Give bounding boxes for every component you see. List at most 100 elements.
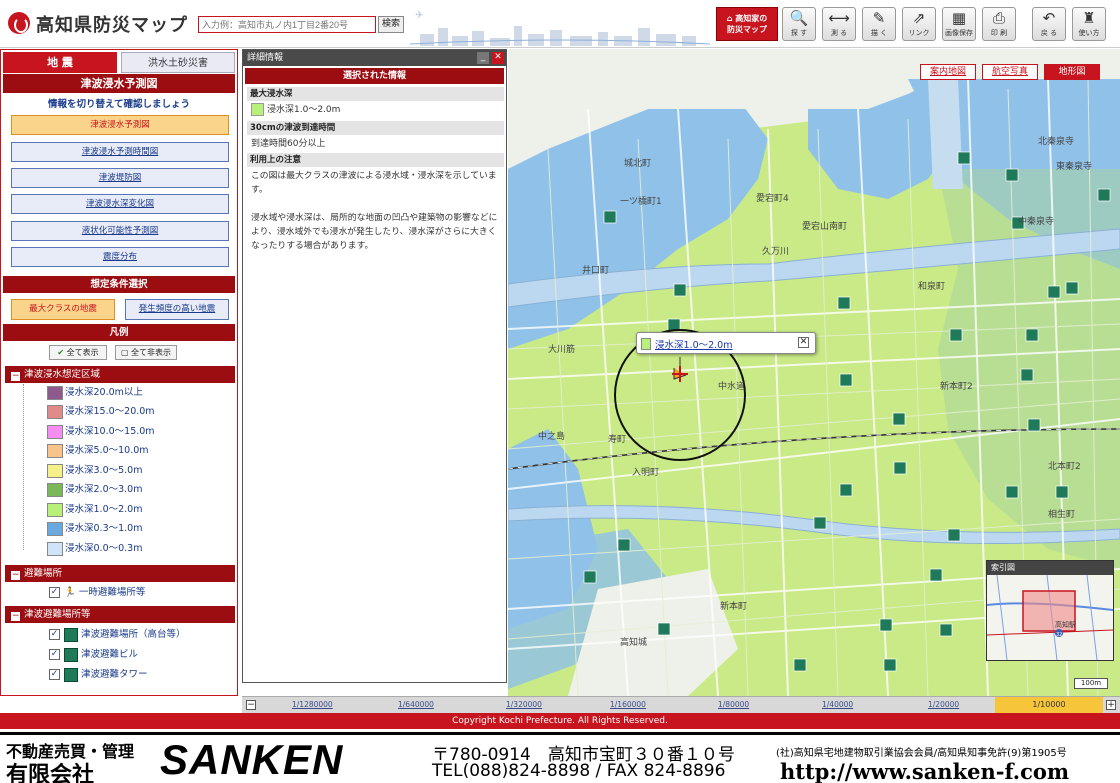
checkbox[interactable]: ✓: [49, 629, 60, 640]
legend-swatch: [47, 502, 63, 517]
menu-liquefaction[interactable]: 液状化可能性予測図: [11, 221, 229, 241]
legend-swatch: [47, 385, 63, 400]
legend-swatch: [47, 443, 63, 458]
app-title: 高知県防災マップ: [36, 15, 188, 36]
help-icon: ♜: [1082, 9, 1096, 27]
tsunami-building-icon: [64, 647, 78, 662]
zoom-out-button[interactable]: −: [246, 700, 256, 710]
menu-tsunami-levee[interactable]: 津波堤防図: [11, 168, 229, 188]
depth-swatch: [251, 103, 264, 116]
zoom-level[interactable]: 1/160000: [610, 700, 646, 709]
section-title: 津波浸水予測図: [3, 74, 235, 93]
close-icon[interactable]: ✕: [798, 337, 809, 348]
zoom-level[interactable]: 1/1280000: [292, 700, 333, 709]
legend-group-shelter[interactable]: − 避難場所: [5, 565, 235, 582]
measure-tool-button[interactable]: ⟷ 測 る: [822, 7, 856, 41]
index-map-canvas: 高知駅 32: [987, 575, 1113, 660]
map-tab-guide[interactable]: 案内地図: [920, 64, 976, 80]
svg-text:✈: ✈: [415, 10, 423, 21]
legend-item: 浸水深0.0～0.3m: [47, 541, 142, 557]
place-label: 井口町: [582, 264, 609, 276]
back-button[interactable]: ↶ 戻 る: [1032, 7, 1066, 41]
menu-depth-change[interactable]: 津波浸水深変化図: [11, 194, 229, 214]
place-label: 北秦泉寺: [1038, 135, 1074, 147]
tab-earthquake[interactable]: 地 震: [3, 52, 117, 73]
arrival-time-value: 到達時間60分以上: [251, 139, 326, 149]
tab-flood-landslide[interactable]: 洪水土砂災害: [121, 52, 235, 73]
legend-item: 浸水深20.0m以上: [47, 385, 143, 401]
condition-max-class-button[interactable]: 最大クラスの地震: [11, 299, 115, 320]
ad-banner[interactable]: 不動産売買・管理 有限会社 SANKEN 〒780-0914 高知市宝町３０番１…: [0, 732, 1120, 783]
ad-license: (社)高知県宅地建物取引業協会会員/高知県知事免許(9)第1905号: [776, 748, 1067, 759]
map-popup: 浸水深1.0～2.0m ✕: [636, 332, 816, 354]
zoom-level[interactable]: 1/320000: [506, 700, 542, 709]
place-label: 新本町: [720, 600, 747, 612]
minimize-icon[interactable]: _: [477, 52, 489, 64]
popup-swatch: [641, 338, 651, 350]
search-tool-button[interactable]: 🔍 探 す: [782, 7, 816, 41]
save-image-button[interactable]: ▦ 画像保存: [942, 7, 976, 41]
layer-tsunami-tower[interactable]: ✓ 津波避難タワー: [49, 666, 148, 683]
evacuation-person-icon: 🏃: [64, 587, 76, 598]
index-place-label: 高知駅: [1055, 620, 1076, 629]
help-button[interactable]: ♜ 使い方: [1072, 7, 1106, 41]
max-depth-heading: 最大浸水深: [247, 87, 504, 101]
legend-swatch: [47, 521, 63, 536]
layer-tsunami-high-ground[interactable]: ✓ 津波避難場所（高台等）: [49, 626, 186, 643]
checkbox[interactable]: ✓: [49, 649, 60, 660]
ad-logo: SANKEN: [160, 736, 344, 783]
zoom-in-button[interactable]: +: [1106, 700, 1116, 710]
zoom-level[interactable]: 1/40000: [822, 700, 853, 709]
menu-seismic-intensity[interactable]: 震度分布: [11, 247, 229, 267]
search-input[interactable]: [198, 16, 376, 33]
collapse-icon: −: [11, 611, 20, 621]
zoom-level-active[interactable]: 1/10000: [995, 697, 1103, 713]
index-map[interactable]: 索引図 高知駅 32: [986, 560, 1114, 661]
condition-title: 想定条件選択: [3, 276, 235, 293]
zoom-level[interactable]: 1/640000: [398, 700, 434, 709]
box-icon: ▢: [120, 348, 129, 357]
menu-tsunami-time[interactable]: 津波浸水予測時間図: [11, 142, 229, 162]
scale-bar: 100m: [1074, 678, 1108, 689]
legend-item: 浸水深0.3～1.0m: [47, 521, 142, 537]
place-label: 和泉町: [918, 280, 945, 292]
legend-item: 浸水深5.0～10.0m: [47, 443, 149, 459]
kochi-house-button[interactable]: ⌂ 高知家の 防災マップ: [716, 7, 778, 41]
map-view[interactable]: 城北町 愛宕町4 愛宕山南町 一ツ橋町1 久万川 北秦泉寺 東秦泉寺 中秦泉寺 …: [508, 49, 1120, 696]
arrival-time-heading: 30cmの津波到達時間: [247, 121, 504, 135]
place-label: 新本町2: [940, 380, 973, 392]
tree-line: [23, 384, 24, 550]
legend-group-tsunami-shelter[interactable]: − 津波避難場所等: [5, 606, 235, 623]
index-map-title: 索引図: [987, 561, 1113, 575]
menu-tsunami-inundation[interactable]: 津波浸水予測図: [11, 115, 229, 135]
checkbox[interactable]: ✓: [49, 669, 60, 680]
back-icon: ↶: [1042, 9, 1056, 27]
layer-temporary-shelter[interactable]: ✓ 🏃 一時避難場所等: [49, 584, 145, 601]
draw-tool-button[interactable]: ✎ 描 く: [862, 7, 896, 41]
legend-group-inundation[interactable]: − 津波浸水想定区域: [5, 366, 235, 383]
place-label: 東秦泉寺: [1056, 160, 1092, 172]
map-tab-topographic[interactable]: 地形図: [1044, 64, 1100, 80]
layer-tsunami-building[interactable]: ✓ 津波避難ビル: [49, 646, 138, 663]
route-number: 32: [1056, 632, 1062, 638]
checkbox[interactable]: ✓: [49, 587, 60, 598]
zoom-level[interactable]: 1/20000: [928, 700, 959, 709]
map-tab-aerial[interactable]: 航空写真: [982, 64, 1038, 80]
print-button[interactable]: ⎙ 印 刷: [982, 7, 1016, 41]
ad-url[interactable]: http://www.sanken-f.com: [780, 759, 1069, 783]
tsunami-evacuation-icon: [64, 627, 78, 642]
zoom-level[interactable]: 1/80000: [718, 700, 749, 709]
home-icon: ⌂: [726, 14, 733, 23]
search-button[interactable]: 検索: [378, 16, 404, 33]
place-label: 大川筋: [548, 343, 575, 355]
hide-all-button[interactable]: ▢ 全て非表示: [115, 345, 177, 360]
place-label: 相生町: [1048, 508, 1075, 520]
show-all-button[interactable]: ✔ 全て表示: [49, 345, 107, 360]
popup-link[interactable]: 浸水深1.0～2.0m: [655, 337, 732, 351]
collapse-icon: −: [11, 570, 20, 580]
link-tool-button[interactable]: ⇗ リンク: [902, 7, 936, 41]
condition-frequent-button[interactable]: 発生頻度の高い地震: [125, 299, 229, 320]
close-icon[interactable]: ✕: [492, 52, 504, 64]
left-panel: 地 震 洪水土砂災害 津波浸水予測図 情報を切り替えて確認しましょう 津波浸水予…: [0, 49, 238, 696]
place-label: 寿町: [608, 433, 626, 445]
